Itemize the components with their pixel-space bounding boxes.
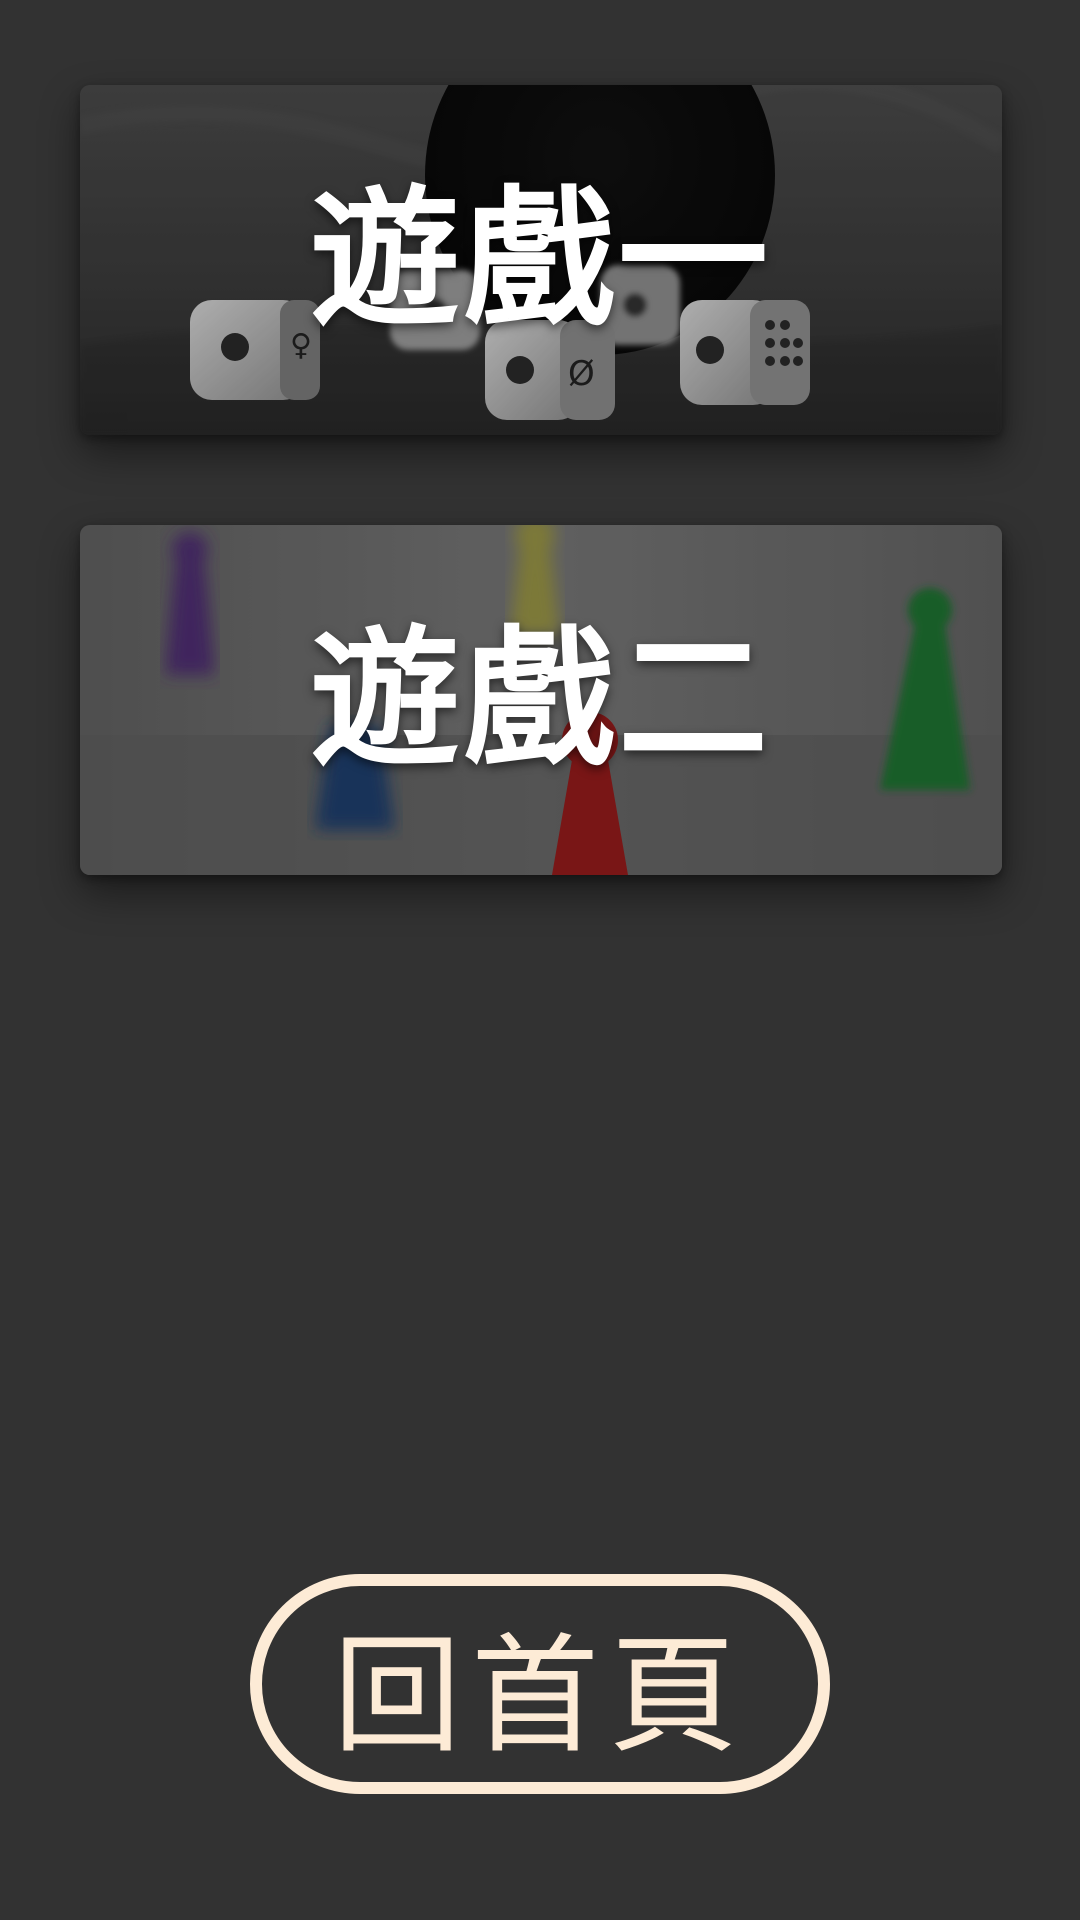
game-select-screen: ♀ Ø 遊戲一 (0, 0, 1080, 1920)
game-card-1[interactable]: ♀ Ø 遊戲一 (80, 85, 1002, 435)
home-button[interactable]: 回首頁 (250, 1574, 830, 1794)
game-2-title: 遊戲二 (309, 613, 772, 787)
game-1-title: 遊戲一 (309, 173, 772, 347)
game-card-2[interactable]: 遊戲二 (80, 525, 1002, 875)
